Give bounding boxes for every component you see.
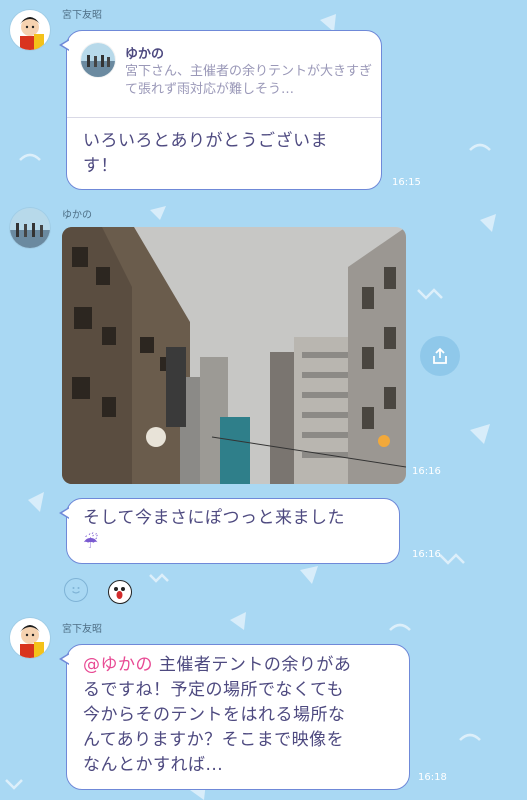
message-bubble[interactable]: そして今まさにぽつっと来ました ☔	[59, 498, 400, 564]
reaction-button[interactable]	[64, 578, 88, 602]
mention-link[interactable]: @ゆかの	[83, 655, 153, 675]
quoted-avatar	[81, 43, 115, 77]
message-time: 16:16	[412, 549, 441, 560]
reaction-sticker-icon[interactable]	[108, 580, 132, 604]
message-text: 主催者テントの余りがあ	[153, 655, 352, 675]
quoted-sender: ゆかの	[125, 47, 165, 62]
avatar-yukano[interactable]	[10, 208, 50, 248]
building-photo[interactable]	[62, 227, 406, 484]
message-time: 16:18	[418, 772, 447, 783]
message-bubble[interactable]: @ゆかの 主催者テントの余りがあ るですね！予定の場所でなくても 今からそのテン…	[59, 644, 410, 790]
reply-message-bubble[interactable]: ゆかの 宮下さん、主催者の余りテントが大きすぎて張れず雨対応が難しそう… いろい…	[59, 30, 382, 190]
message-text: そして今まさにぽつっと来ました	[83, 508, 345, 528]
smile-icon	[72, 587, 80, 594]
message-time: 16:15	[392, 177, 421, 188]
avatar-miyashita[interactable]	[10, 618, 50, 658]
quoted-reply[interactable]: ゆかの 宮下さん、主催者の余りテントが大きすぎて張れず雨対応が難しそう…	[81, 41, 372, 115]
sender-name: 宮下友昭	[62, 624, 102, 635]
quoted-text: 宮下さん、主催者の余りテントが大きすぎて張れず雨対応が難しそう…	[125, 64, 373, 97]
sender-name: ゆかの	[62, 210, 92, 221]
reply-divider	[67, 117, 381, 118]
share-icon	[433, 347, 447, 364]
avatar-miyashita[interactable]	[10, 10, 50, 50]
sender-name: 宮下友昭	[62, 10, 102, 21]
message-text: いろいろとありがとうございま す！	[83, 131, 328, 176]
share-button[interactable]	[420, 336, 460, 376]
umbrella-emoji: ☔	[83, 533, 99, 553]
message-time: 16:16	[412, 466, 441, 477]
